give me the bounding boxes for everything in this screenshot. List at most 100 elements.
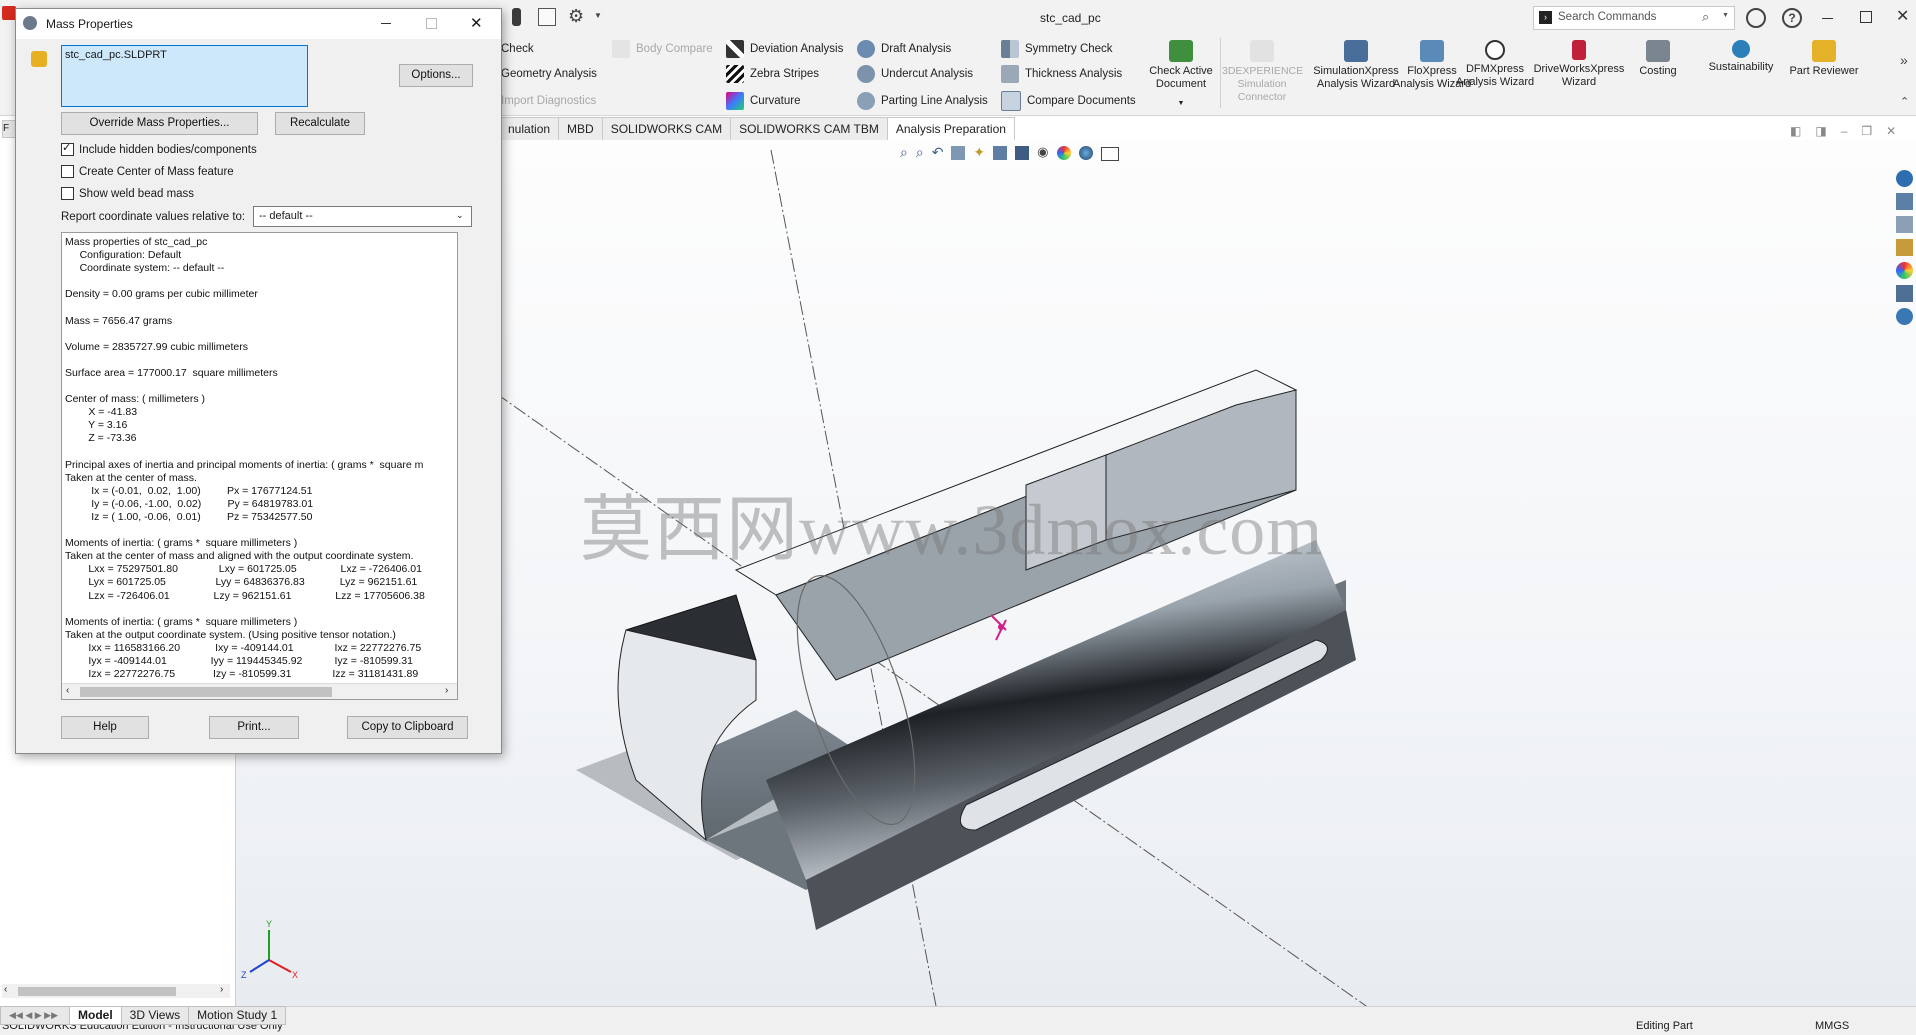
search-dropdown-icon[interactable]: ▼ (1722, 12, 1729, 19)
part-reviewer-command[interactable]: Part Reviewer (1784, 40, 1864, 78)
scroll-left-icon[interactable]: ‹ (4, 984, 7, 995)
dropdown-caret-icon[interactable]: ▼ (594, 11, 602, 20)
costing-command[interactable]: Costing (1618, 40, 1698, 78)
dialog-title: Mass Properties (46, 17, 133, 31)
expand-toolbar-icon[interactable]: » (1900, 52, 1908, 68)
body-compare-command[interactable]: Body Compare (612, 38, 713, 60)
dialog-title-bar[interactable]: Mass Properties ✕ (16, 9, 501, 39)
panel-tab-f[interactable]: F (2, 120, 16, 138)
checkbox-box[interactable] (61, 165, 74, 178)
tab-nav-arrows[interactable]: ◀◀ ◀ ▶ ▶▶ (0, 1006, 70, 1025)
search-commands-field[interactable]: › Search Commands ⌕ ▼ (1533, 6, 1735, 30)
checkbox-box[interactable] (61, 141, 74, 156)
dfmxpress-command[interactable]: DFMXpress Analysis Wizard (1455, 40, 1535, 89)
coordinate-system-select[interactable]: -- default -- ⌄ (253, 206, 472, 227)
svg-text:Y: Y (266, 919, 272, 929)
design-library-icon[interactable] (1896, 193, 1913, 210)
tab-solidworks-cam[interactable]: SOLIDWORKS CAM (601, 117, 732, 140)
appearances-icon[interactable] (1896, 262, 1913, 279)
symmetry-check-command[interactable]: Symmetry Check (1001, 38, 1113, 60)
tile-left-icon[interactable]: ◧ (1790, 124, 1801, 138)
compare-documents-command[interactable]: Compare Documents (1001, 90, 1136, 112)
tab-3d-views[interactable]: 3D Views (120, 1006, 190, 1025)
results-text-area[interactable]: Mass properties of stc_cad_pc Configurat… (61, 232, 458, 700)
deviation-analysis-command[interactable]: Deviation Analysis (726, 38, 843, 60)
thickness-analysis-command[interactable]: Thickness Analysis (1001, 63, 1122, 85)
collapse-ribbon-icon[interactable]: ⌃ (1900, 95, 1909, 108)
simulationxpress-icon (1344, 40, 1368, 62)
traffic-light-icon[interactable] (512, 8, 521, 26)
viewport-close-icon[interactable]: ✕ (1886, 124, 1896, 138)
driveworksxpress-command[interactable]: DriveWorksXpress Wizard (1533, 40, 1625, 89)
scroll-left-icon[interactable]: ‹ (66, 685, 69, 696)
dialog-close-icon[interactable]: ✕ (470, 14, 483, 32)
results-scroll-thumb[interactable] (80, 687, 332, 697)
scroll-thumb[interactable] (18, 987, 176, 996)
restore-window-icon[interactable] (1860, 11, 1872, 23)
search-icon[interactable]: ⌕ (1702, 9, 1709, 25)
zebra-stripes-command[interactable]: Zebra Stripes (726, 63, 819, 85)
weld-bead-checkbox[interactable]: Show weld bead mass (61, 187, 194, 200)
curvature-command[interactable]: Curvature (726, 90, 801, 112)
panel-h-scrollbar[interactable]: ‹ › (2, 984, 230, 998)
part-reviewer-icon (1812, 40, 1836, 62)
draft-analysis-command[interactable]: Draft Analysis (857, 38, 951, 60)
results-h-scrollbar[interactable]: ‹ › (62, 683, 457, 699)
tab-analysis-preparation[interactable]: Analysis Preparation (886, 117, 1015, 140)
viewport-minimize-icon[interactable]: – (1841, 124, 1848, 138)
scroll-right-icon[interactable]: › (445, 685, 448, 696)
dialog-minimize-icon[interactable] (381, 23, 391, 24)
file-explorer-icon[interactable] (1896, 216, 1913, 233)
geometry-analysis-command[interactable]: Geometry Analysis (501, 63, 597, 85)
selected-part[interactable]: stc_cad_pc.SLDPRT (65, 49, 167, 61)
parting-line-analysis-command[interactable]: Parting Line Analysis (857, 90, 988, 112)
help-button[interactable]: Help (61, 716, 149, 739)
copy-to-clipboard-button[interactable]: Copy to Clipboard (347, 716, 468, 739)
undercut-analysis-icon (857, 65, 875, 83)
chevron-down-icon[interactable]: ⌄ (456, 210, 464, 221)
command-prompt-icon: › (1539, 11, 1552, 24)
separator (1220, 38, 1221, 108)
check-active-document-command[interactable]: Check Active Document (1141, 40, 1221, 91)
simulation-connector-command[interactable]: 3DEXPERIENCE Simulation Connector (1222, 40, 1303, 104)
sustainability-command[interactable]: Sustainability (1700, 40, 1782, 74)
scroll-right-icon[interactable]: › (220, 984, 223, 995)
deviation-analysis-icon (726, 40, 744, 58)
status-units[interactable]: MMGS (1815, 1020, 1849, 1032)
custom-properties-icon[interactable] (1896, 285, 1913, 302)
check-command[interactable]: Check (501, 38, 534, 60)
view-palette-icon[interactable] (1896, 239, 1913, 256)
print-button[interactable]: Print... (209, 716, 299, 739)
check-active-document-icon (1169, 40, 1193, 62)
tab-motion-study[interactable]: Motion Study 1 (188, 1006, 287, 1025)
tile-right-icon[interactable]: ◨ (1815, 124, 1826, 138)
undercut-analysis-command[interactable]: Undercut Analysis (857, 63, 973, 85)
command-tabs: nulation MBD SOLIDWORKS CAM SOLIDWORKS C… (500, 117, 1015, 140)
override-mass-properties-button[interactable]: Override Mass Properties... (61, 112, 258, 135)
options-button[interactable]: Options... (399, 64, 473, 87)
import-diagnostics-command[interactable]: Import Diagnostics (501, 90, 596, 112)
viewport-controls: ◧ ◨ – ❐ ✕ (1790, 124, 1896, 138)
search-input[interactable]: Search Commands (1558, 11, 1656, 23)
selection-list[interactable]: stc_cad_pc.SLDPRT (61, 45, 308, 107)
create-com-checkbox[interactable]: Create Center of Mass feature (61, 165, 234, 178)
viewport-restore-icon[interactable]: ❐ (1861, 124, 1872, 138)
options-list-icon[interactable] (538, 8, 556, 26)
checkbox-box[interactable] (61, 187, 74, 200)
tab-solidworks-cam-tbm[interactable]: SOLIDWORKS CAM TBM (730, 117, 888, 140)
tab-simulation[interactable]: nulation (500, 117, 560, 140)
recalculate-button[interactable]: Recalculate (275, 112, 365, 135)
solidworks-forum-icon[interactable] (1896, 308, 1913, 325)
minimize-window-icon[interactable] (1822, 18, 1833, 19)
tab-mbd[interactable]: MBD (558, 117, 603, 140)
include-hidden-checkbox[interactable]: Include hidden bodies/components (61, 141, 257, 156)
user-account-icon[interactable] (1746, 8, 1766, 28)
simulationxpress-command[interactable]: SimulationXpress Analysis Wizard (1310, 40, 1402, 91)
check-active-document-dropdown-icon[interactable]: ▼ (1141, 97, 1221, 110)
solidworks-resources-icon[interactable] (1896, 170, 1913, 187)
settings-gear-icon[interactable]: ⚙ (568, 6, 584, 26)
tab-model[interactable]: Model (69, 1006, 122, 1025)
help-icon[interactable]: ? (1782, 8, 1802, 28)
part-selection-icon (31, 51, 47, 67)
close-window-icon[interactable]: ✕ (1896, 6, 1909, 26)
